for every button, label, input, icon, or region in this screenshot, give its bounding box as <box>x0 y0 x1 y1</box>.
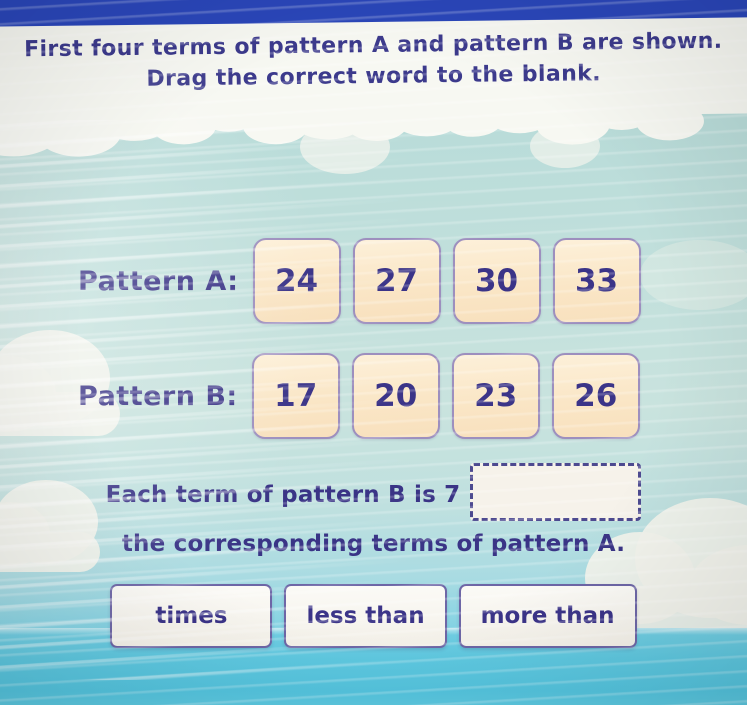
pattern-a-label: Pattern A: <box>78 265 239 297</box>
cloud-puff-icon <box>530 124 600 168</box>
activity-screen: First four terms of pattern A and patter… <box>0 0 747 705</box>
question-sentence: Each term of pattern B is 7 the correspo… <box>0 463 747 557</box>
option-less-than[interactable]: less than <box>284 584 447 648</box>
pattern-a-tiles: 24 27 30 33 <box>252 238 641 324</box>
pattern-a-term-3: 30 <box>452 238 541 324</box>
question-line-1: Each term of pattern B is 7 <box>0 463 747 524</box>
answer-blank-dropzone[interactable] <box>470 463 642 521</box>
pattern-b-row: Pattern B: 17 20 23 26 <box>78 353 640 439</box>
option-more-than[interactable]: more than <box>458 584 637 648</box>
pattern-b-term-3: 23 <box>451 353 540 439</box>
pattern-a-term-4: 33 <box>552 238 641 324</box>
pattern-a-term-2: 27 <box>352 238 441 324</box>
pattern-a-row: Pattern A: 24 27 30 33 <box>78 238 641 324</box>
pattern-b-tiles: 17 20 23 26 <box>251 353 640 439</box>
pattern-a-term-1: 24 <box>252 238 341 324</box>
pattern-b-term-1: 17 <box>251 353 340 439</box>
pattern-b-term-4: 26 <box>551 353 640 439</box>
pattern-b-label: Pattern B: <box>78 380 238 412</box>
cloud-puff-icon <box>300 120 390 174</box>
cloud-puff-icon <box>640 240 747 310</box>
instruction-text: First four terms of pattern A and patter… <box>0 25 747 97</box>
pattern-b-term-2: 20 <box>351 353 440 439</box>
answer-options: times less than more than <box>0 584 747 648</box>
question-line-2: the corresponding terms of pattern A. <box>121 531 626 557</box>
question-text-before-blank: Each term of pattern B is 7 <box>105 482 461 508</box>
option-times[interactable]: times <box>110 584 273 648</box>
